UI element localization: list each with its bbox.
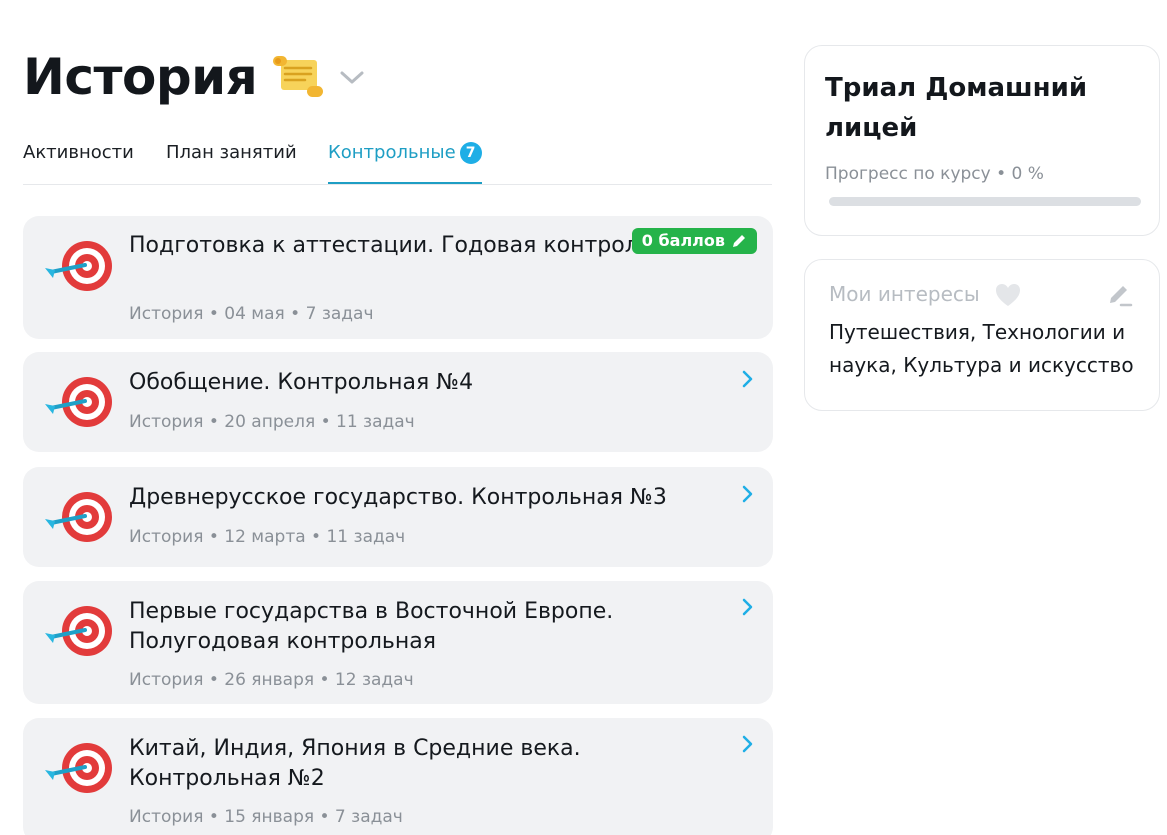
tab-activities[interactable]: Активности [23, 142, 134, 163]
active-tab-underline [328, 182, 482, 184]
course-panel[interactable]: Триал Домашний лицей Прогресс по курсу •… [804, 45, 1160, 236]
test-meta: История • 12 марта • 11 задач [129, 527, 406, 547]
dart-target-icon [43, 232, 115, 300]
score-badge: 0 баллов [631, 228, 757, 254]
test-title: Первые государства в Восточной Европе. П… [129, 599, 614, 654]
interests-title: Мои интересы [829, 282, 980, 306]
page-title: История [23, 48, 258, 106]
test-meta: История • 15 января • 7 задач [129, 807, 403, 827]
tab-tests[interactable]: Контрольные 7 [328, 142, 482, 184]
interests-list: Путешествия, Технологии и наука, Культур… [829, 320, 1134, 377]
test-card[interactable]: Древнерусское государство. Контрольная №… [23, 467, 773, 567]
chevron-right-icon [739, 734, 755, 754]
edit-icon[interactable] [1107, 282, 1133, 308]
test-card[interactable]: Обобщение. Контрольная №4 История • 20 а… [23, 352, 773, 452]
test-meta: История • 20 апреля • 11 задач [129, 412, 415, 432]
dart-target-icon [43, 734, 115, 802]
chevron-right-icon [739, 484, 755, 504]
dart-target-icon [43, 368, 115, 436]
test-meta: История • 26 января • 12 задач [129, 670, 414, 690]
tab-tests-label: Контрольные [328, 142, 456, 163]
tests-count-badge: 7 [459, 142, 482, 164]
dart-target-icon [43, 483, 115, 551]
tab-bar: Активности План занятий Контрольные 7 [23, 138, 772, 185]
test-card[interactable]: Подготовка к аттестации. Годовая контрол… [23, 216, 773, 339]
progress-bar [829, 197, 1141, 206]
progress-label: Прогресс по курсу • 0 % [825, 164, 1044, 184]
test-title: Обобщение. Контрольная №4 [129, 370, 474, 395]
pencil-icon [733, 235, 745, 247]
chevron-right-icon [739, 597, 755, 617]
heart-icon [994, 282, 1022, 308]
scroll-icon [269, 52, 325, 102]
test-meta: История • 04 мая • 7 задач [129, 304, 374, 324]
score-label: 0 баллов [641, 231, 725, 250]
page-header: История [23, 42, 367, 112]
test-title: Древнерусское государство. Контрольная №… [129, 485, 667, 510]
test-card[interactable]: Китай, Индия, Япония в Средние века. Кон… [23, 718, 773, 835]
tab-lesson-plan[interactable]: План занятий [166, 142, 297, 163]
chevron-right-icon [739, 369, 755, 389]
test-card[interactable]: Первые государства в Восточной Европе. П… [23, 581, 773, 704]
course-title: Триал Домашний лицей [825, 73, 1088, 143]
test-title: Китай, Индия, Япония в Средние века. Кон… [129, 736, 581, 791]
dart-target-icon [43, 597, 115, 665]
interests-panel: Мои интересы Путешествия, Технологии и н… [804, 259, 1160, 411]
chevron-down-icon[interactable] [337, 62, 367, 92]
